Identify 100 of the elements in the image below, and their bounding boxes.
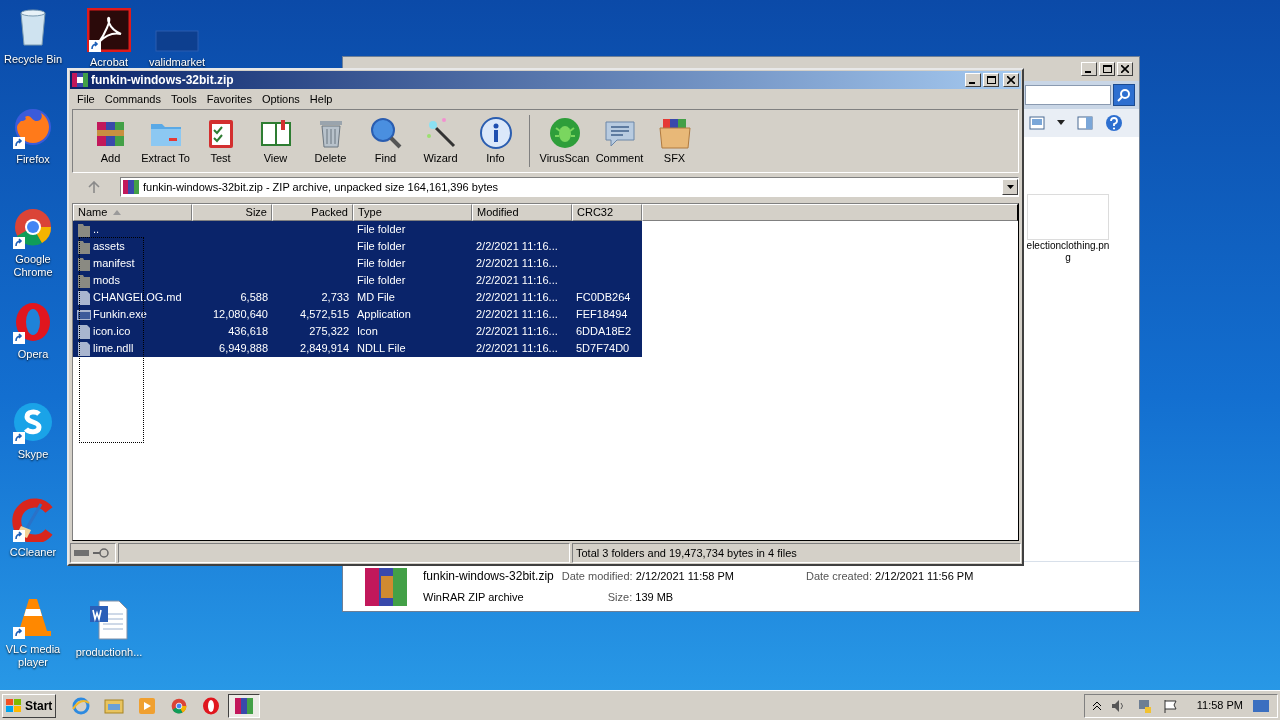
archive-icon	[235, 697, 254, 714]
magnifier-icon	[368, 115, 403, 150]
toolbar-button[interactable]: SFX	[647, 112, 702, 170]
desktop-icon-label[interactable]: validmarket	[148, 56, 206, 69]
chevron-up-icon[interactable]	[1092, 700, 1101, 711]
desktop-icon-label[interactable]: Firefox	[16, 153, 50, 166]
minimize-button[interactable]	[1081, 62, 1097, 76]
toolbar-button[interactable]: Wizard	[413, 112, 468, 170]
clock[interactable]: 11:58 PM	[1196, 697, 1243, 714]
folder-icon	[77, 221, 91, 238]
table-cell-text: File folder	[357, 239, 406, 255]
maximize-icon	[1102, 65, 1112, 73]
table-cell-text: 2,733	[321, 290, 349, 306]
menu-item[interactable]: Commands	[99, 90, 166, 108]
toolbar-button[interactable]: Find	[358, 112, 413, 170]
file-row[interactable]: mods File folder 2/2/2021 11:16...	[73, 272, 642, 289]
toolbar-button[interactable]: View	[248, 112, 303, 170]
desktop-icon-label[interactable]: Recycle Bin	[3, 53, 63, 66]
table-cell-text: 2/2/2021 11:16...	[476, 239, 558, 255]
archive-icon	[72, 73, 88, 87]
desktop-icon-label[interactable]: CCleaner	[9, 546, 57, 559]
table-cell-text: 2/2/2021 11:16...	[476, 256, 558, 272]
table-cell-text: mods	[93, 273, 120, 289]
window-title: funkin-windows-32bit.zip	[91, 72, 235, 89]
toolbar-button[interactable]: Test	[193, 112, 248, 170]
skype-icon	[11, 400, 55, 444]
dropdown-button[interactable]	[1002, 179, 1018, 195]
minimize-button[interactable]	[965, 73, 981, 87]
column-header[interactable]: Packed	[272, 204, 353, 221]
menu-item[interactable]: Options	[256, 90, 305, 108]
thumbnail-label[interactable]: electionclothing.png	[1025, 240, 1111, 264]
toolbar-button[interactable]: Info	[468, 112, 523, 170]
folder-icon	[77, 255, 91, 272]
maximize-button[interactable]	[1099, 62, 1115, 76]
menu-item[interactable]: Favorites	[201, 90, 257, 108]
search-field[interactable]	[1025, 85, 1111, 105]
menu-item[interactable]: Tools	[166, 90, 202, 108]
table-cell-text: File folder	[357, 256, 406, 272]
table-cell-text: FEF18494	[576, 307, 628, 323]
file-row[interactable]: CHANGELOG.md 6,588 2,733 MD File 2/2/2021 11:16... FC0DB264	[73, 289, 642, 306]
close-button[interactable]	[1117, 62, 1133, 76]
table-cell-text: 2/2/2021 11:16...	[476, 290, 558, 306]
table-cell-text: 436,618	[228, 324, 268, 340]
file-row[interactable]: manifest File folder 2/2/2021 11:16...	[73, 255, 642, 272]
column-header[interactable]: Size	[192, 204, 272, 221]
chrome-icon[interactable]	[170, 696, 189, 715]
table-cell-text: 6,949,888	[219, 341, 268, 357]
toolbar-button[interactable]: VirusScan	[537, 112, 592, 170]
table-cell-text: 5D7F74D0	[576, 341, 630, 357]
network-icon[interactable]	[1136, 697, 1153, 714]
desktop-icon-label[interactable]: Opera	[17, 348, 49, 361]
flag-icon[interactable]	[1162, 698, 1179, 713]
up-arrow-icon	[88, 181, 100, 193]
close-button[interactable]	[1003, 73, 1019, 87]
table-cell-text: FC0DB264	[576, 290, 631, 306]
toolbar-button[interactable]: Add	[83, 112, 138, 170]
column-header[interactable]: Type	[353, 204, 472, 221]
table-cell-text: Application	[357, 307, 411, 323]
search-icon	[1117, 88, 1131, 102]
table-cell-text: Icon	[357, 324, 378, 340]
file-name: funkin-windows-32bit.zip	[423, 568, 554, 586]
key-icon	[93, 548, 109, 558]
file-row[interactable]: .. File folder	[73, 221, 642, 238]
table-cell-text: 12,080,640	[212, 307, 268, 323]
search-button[interactable]	[1113, 84, 1135, 106]
desktop-icon-label[interactable]: Skype	[17, 448, 49, 461]
column-header[interactable]: Modified	[472, 204, 572, 221]
table-cell-text: File folder	[357, 273, 406, 289]
show-desktop-icon[interactable]	[1253, 698, 1269, 713]
sort-arrow-icon	[113, 210, 122, 215]
desktop-icon-label[interactable]: Acrobat	[90, 56, 128, 69]
preview-pane-icon[interactable]	[1077, 116, 1093, 130]
path-field[interactable]: funkin-windows-32bit.zip - ZIP archive, unpacked size 164,161,396 bytes	[120, 177, 1019, 197]
help-icon[interactable]	[1105, 114, 1123, 132]
taskbar-button[interactable]	[228, 693, 261, 718]
table-cell-text: Funkin.exe	[93, 307, 147, 323]
table-cell-text: 4,572,515	[300, 307, 349, 323]
desktop-icon-label[interactable]: Google Chrome	[0, 253, 66, 279]
maximize-button[interactable]	[983, 73, 999, 87]
start-button[interactable]: Start	[2, 693, 57, 718]
toolbar-button[interactable]: Extract To	[138, 112, 193, 170]
view-icon[interactable]	[1029, 116, 1045, 130]
document-icon	[77, 323, 91, 340]
column-header[interactable]: Name	[73, 204, 192, 221]
toolbar-button[interactable]: Comment	[592, 112, 647, 170]
caret-icon[interactable]	[1057, 120, 1065, 126]
menu-item[interactable]: File	[72, 90, 100, 108]
file-row[interactable]: assets File folder 2/2/2021 11:16...	[73, 238, 642, 255]
date-created: Date created: 2/12/2021 11:56 PM	[805, 569, 974, 584]
file-row[interactable]: icon.ico 436,618 275,322 Icon 2/2/2021 11:16... 6DDA18E2	[73, 323, 642, 340]
opera-icon[interactable]	[202, 696, 221, 715]
shortcut-arrow-icon	[13, 332, 25, 344]
file-row[interactable]: Funkin.exe 12,080,640 4,572,515 Application 2/2/2021 11:16... FEF18494	[73, 306, 642, 323]
table-cell-text: manifest	[93, 256, 135, 272]
toolbar-button[interactable]: Delete	[303, 112, 358, 170]
column-header[interactable]: CRC32	[572, 204, 642, 221]
menu-item[interactable]: Help	[304, 90, 338, 108]
acrobat-icon	[87, 8, 131, 52]
file-row[interactable]: lime.ndll 6,949,888 2,849,914 NDLL File 2/2/2021 11:16... 5D7F74D0	[73, 340, 642, 357]
table-cell-text: NDLL File	[357, 341, 406, 357]
